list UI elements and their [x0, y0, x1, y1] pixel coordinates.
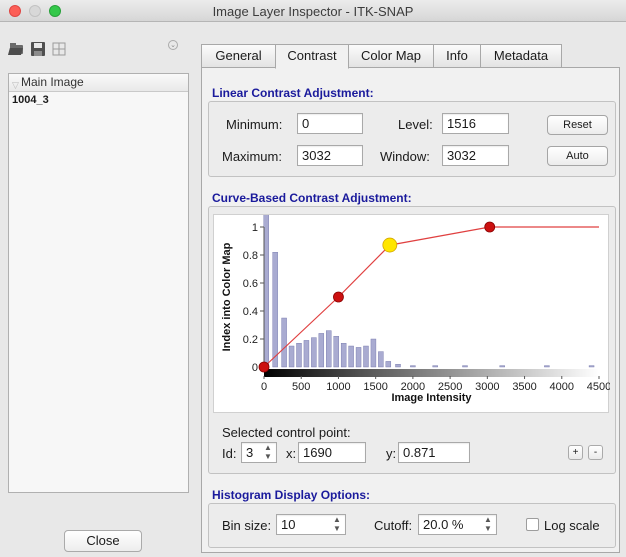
x-label: x:: [286, 446, 297, 461]
cutoff-value: 20.0 %: [423, 517, 464, 532]
tab-info[interactable]: Info: [433, 44, 481, 68]
x-tick-label: 4000: [550, 381, 574, 393]
histogram-bar: [544, 365, 550, 368]
auto-button[interactable]: Auto: [547, 146, 608, 166]
control-point[interactable]: [333, 291, 344, 303]
y-tick-label: 0.2: [243, 334, 258, 346]
histogram-bar: [272, 252, 278, 368]
save-disk-icon[interactable]: [29, 40, 47, 58]
id-spinner-icon[interactable]: ▲ ▼: [262, 443, 274, 462]
layer-item-name[interactable]: 1004_3: [9, 92, 188, 108]
histogram-bar: [363, 345, 369, 368]
control-point-id-value: 3: [246, 445, 254, 460]
histogram-options-title: Histogram Display Options:: [212, 488, 371, 502]
window-title: Image Layer Inspector - ITK-SNAP: [212, 4, 414, 19]
maximum-label: Maximum:: [222, 149, 282, 164]
add-control-point-button[interactable]: +: [568, 445, 583, 460]
log-scale-label: Log scale: [544, 518, 600, 533]
histogram-bar: [370, 338, 377, 368]
level-label: Level:: [398, 117, 433, 132]
layer-options-chevron-icon[interactable]: ⌄: [168, 40, 178, 50]
histogram-bar: [462, 365, 468, 368]
intensity-gradient-bar: [264, 369, 599, 377]
histogram-bar: [281, 317, 287, 368]
curve-contrast-title: Curve-Based Contrast Adjustment:: [212, 191, 412, 205]
selected-control-point[interactable]: [382, 237, 398, 253]
x-field[interactable]: 1690: [298, 442, 366, 463]
histogram-bar: [410, 365, 416, 368]
y-tick-label: 1: [252, 222, 258, 234]
title-bar: Image Layer Inspector - ITK-SNAP: [0, 0, 626, 22]
histogram-bar: [303, 340, 310, 368]
remove-control-point-button[interactable]: -: [588, 445, 603, 460]
maximum-field[interactable]: 3032: [297, 145, 363, 166]
y-axis-label: Index into Color Map: [221, 242, 233, 351]
control-point[interactable]: [258, 361, 270, 373]
histogram-bar: [499, 365, 505, 368]
histogram-bar: [355, 347, 362, 368]
window-label: Window:: [380, 149, 430, 164]
x-tick-label: 3500: [512, 381, 536, 393]
histogram-bar: [432, 365, 438, 368]
layer-list-header[interactable]: ▽ Main Image: [9, 74, 188, 92]
histogram-bar: [311, 337, 317, 368]
histogram-bar: [378, 351, 384, 368]
reset-button[interactable]: Reset: [547, 115, 608, 135]
histogram-bar: [288, 345, 295, 368]
bin-size-value: 10: [281, 517, 296, 532]
tab-contrast[interactable]: Contrast: [275, 44, 349, 69]
x-tick-label: 1500: [363, 381, 387, 393]
y-tick-label: 0.6: [243, 278, 258, 290]
y-tick-label: 0.8: [243, 250, 258, 262]
cutoff-spinner-icon[interactable]: ▲ ▼: [482, 515, 494, 534]
control-point[interactable]: [484, 221, 496, 233]
linear-contrast-title: Linear Contrast Adjustment:: [212, 86, 374, 100]
tab-metadata[interactable]: Metadata: [480, 44, 562, 68]
y-tick-label: 0.4: [243, 306, 258, 318]
contrast-curve-chart[interactable]: 00.20.40.60.810 500 1000 1500 2000 2500 3000 35…: [214, 209, 611, 414]
minimum-label: Minimum:: [226, 117, 283, 132]
tab-general[interactable]: General: [201, 44, 276, 68]
x-tick-label: 4500: [587, 381, 610, 393]
cutoff-label: Cutoff:: [374, 518, 413, 533]
x-tick-label: 500: [292, 381, 310, 393]
histogram-bar: [333, 335, 339, 368]
histogram-bar: [385, 361, 392, 368]
layer-group-label: Main Image: [21, 75, 84, 89]
histogram-bar: [326, 330, 332, 368]
y-label: y:: [386, 446, 397, 461]
histogram-bar: [318, 333, 325, 368]
open-folder-icon[interactable]: [8, 40, 26, 58]
layer-list: ▽ Main Image 1004_3: [8, 73, 189, 493]
x-axis-label: Image Intensity: [391, 392, 472, 404]
tab-color-map[interactable]: Color Map: [348, 44, 434, 68]
minimum-field[interactable]: 0: [297, 113, 363, 134]
window-field[interactable]: 3032: [442, 145, 509, 166]
histogram-bar: [296, 342, 302, 368]
contrast-curve-plot[interactable]: 0 0.2 0.4 0.6 0.8 1 0 500 1000 1500 2000 2500 3000 35…: [213, 209, 611, 414]
x-tick-label: 1000: [326, 381, 350, 393]
collapse-triangle-icon[interactable]: ▽: [12, 77, 19, 94]
x-tick-label: 0: [261, 381, 267, 393]
histogram-bar: [395, 363, 401, 368]
control-point-id-label: Id:: [222, 446, 237, 461]
log-scale-checkbox[interactable]: [526, 518, 539, 531]
histogram-bar: [340, 342, 347, 368]
selected-control-point-label: Selected control point:: [222, 425, 351, 440]
histogram-bar: [348, 345, 354, 368]
close-button[interactable]: Close: [64, 530, 142, 552]
bin-size-label: Bin size:: [222, 518, 272, 533]
bin-size-spinner-icon[interactable]: ▲ ▼: [331, 515, 343, 534]
y-tick-label: 0: [252, 362, 258, 374]
histogram-bar: [588, 365, 595, 368]
level-field[interactable]: 1516: [442, 113, 509, 134]
y-field[interactable]: 0.871: [398, 442, 470, 463]
x-tick-label: 3000: [475, 381, 499, 393]
layout-grid-icon[interactable]: [50, 40, 68, 58]
